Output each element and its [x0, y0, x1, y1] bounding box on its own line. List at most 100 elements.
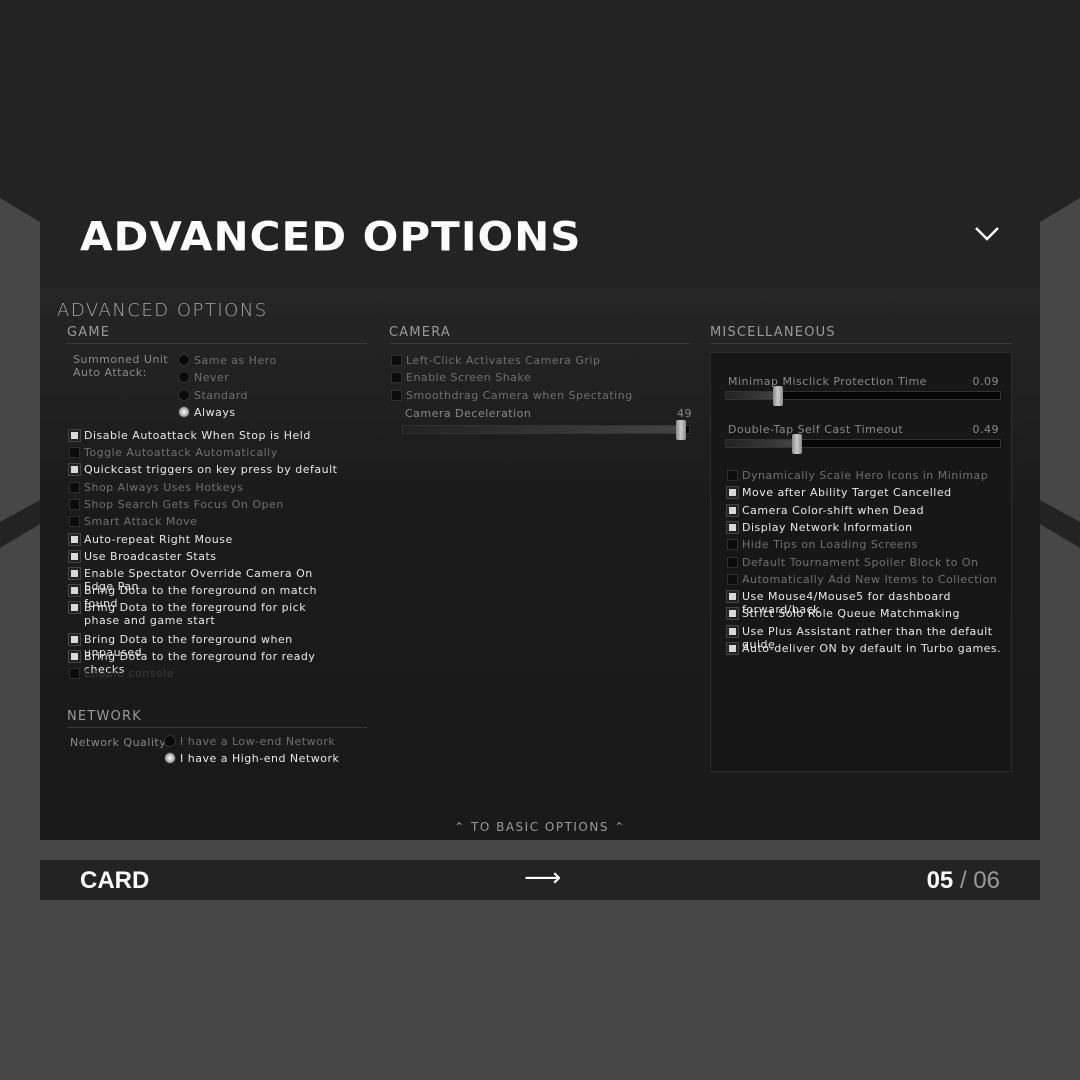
radio-label: Same as Hero: [194, 354, 277, 367]
checkbox[interactable]: [391, 389, 402, 401]
camera-deceleration-label: Camera Deceleration: [405, 407, 532, 420]
checkbox[interactable]: [69, 482, 80, 493]
card-header[interactable]: ADVANCED OPTIONS: [40, 180, 1040, 288]
checkbox-row[interactable]: Strict Solo Role Queue Matchmaking: [727, 607, 1017, 620]
radio-button[interactable]: [178, 388, 190, 401]
network-quality-label: Network Quality:: [70, 736, 170, 749]
radio-button[interactable]: [164, 735, 176, 747]
checkbox-label: Camera Color-shift when Dead: [742, 503, 925, 517]
checkbox-label: Bring Dota to the foreground for pick ph…: [84, 601, 307, 627]
checkbox[interactable]: [727, 608, 738, 620]
checkbox[interactable]: [69, 447, 80, 458]
checkbox-row[interactable]: Smart Attack Move: [69, 515, 339, 528]
radio-label: Never: [194, 371, 230, 385]
slider-thumb[interactable]: [773, 386, 784, 406]
checkbox-label: Dynamically Scale Hero Icons in Minimap: [742, 469, 989, 482]
radio-option[interactable]: Never: [178, 371, 229, 384]
slider-value: 0.49: [972, 423, 999, 436]
checkbox-row[interactable]: Default Tournament Spoiler Block to On: [727, 556, 1017, 569]
checkbox-label: Toggle Autoattack Automatically: [84, 446, 278, 459]
checkbox-label: Hide Tips on Loading Screens: [742, 538, 918, 552]
checkbox-label: Move after Ability Target Cancelled: [742, 486, 952, 500]
checkbox-row[interactable]: Enable Screen Shake: [391, 371, 681, 384]
radio-label: Standard: [194, 388, 249, 402]
camera-deceleration-slider[interactable]: [402, 420, 690, 440]
checkbox[interactable]: [69, 499, 80, 510]
footer-label: CARD: [80, 867, 150, 894]
checkbox[interactable]: [69, 534, 80, 545]
options-panel: ADVANCED OPTIONS GAME CAMERA MISCELLANEO…: [40, 288, 1040, 840]
checkbox[interactable]: [727, 521, 738, 533]
page-total: 06: [973, 867, 1000, 894]
section-game: GAME: [67, 325, 367, 344]
checkbox-row[interactable]: Hide Tips on Loading Screens: [727, 538, 1017, 551]
checkbox[interactable]: [69, 551, 80, 562]
checkbox-row[interactable]: Shop Always Uses Hotkeys: [69, 481, 339, 494]
checkbox[interactable]: [391, 372, 402, 384]
checkbox[interactable]: [69, 568, 80, 579]
slider[interactable]: [725, 434, 1001, 454]
checkbox-row[interactable]: Enable console: [69, 667, 339, 680]
checkbox-row[interactable]: Bring Dota to the foreground for pick ph…: [69, 601, 339, 627]
slider-thumb[interactable]: [676, 420, 687, 440]
radio-button[interactable]: [164, 752, 176, 765]
checkbox[interactable]: [727, 625, 738, 637]
checkbox[interactable]: [727, 643, 738, 654]
checkbox-row[interactable]: Auto-repeat Right Mouse: [69, 533, 339, 546]
radio-option[interactable]: I have a High-end Network: [164, 752, 339, 765]
radio-button[interactable]: [178, 354, 190, 366]
checkbox[interactable]: [69, 668, 80, 679]
checkbox-label: Auto-repeat Right Mouse: [84, 533, 233, 546]
checkbox-row[interactable]: Quickcast triggers on key press by defau…: [69, 463, 339, 476]
checkbox-label: Smart Attack Move: [84, 515, 198, 528]
checkbox[interactable]: [727, 573, 738, 585]
radio-option[interactable]: Same as Hero: [178, 354, 277, 367]
slider-thumb[interactable]: [792, 434, 803, 454]
radio-option[interactable]: I have a Low-end Network: [164, 735, 335, 748]
checkbox-label: Display Network Information: [742, 520, 913, 534]
checkbox[interactable]: [727, 487, 738, 499]
radio-button[interactable]: [178, 371, 190, 384]
radio-option[interactable]: Standard: [178, 388, 249, 402]
checkbox[interactable]: [69, 430, 80, 441]
checkbox-row[interactable]: Auto-deliver ON by default in Turbo game…: [727, 642, 1017, 655]
arrow-right-icon[interactable]: ⟶: [524, 863, 561, 893]
checkbox[interactable]: [69, 651, 80, 662]
slider[interactable]: [725, 386, 1001, 406]
checkbox-row[interactable]: Dynamically Scale Hero Icons in Minimap: [727, 469, 1017, 482]
checkbox[interactable]: [69, 585, 80, 596]
checkbox-row[interactable]: Toggle Autoattack Automatically: [69, 446, 339, 459]
footer-bar: CARD ⟶ 05 / 06: [40, 860, 1040, 900]
page-current: 05: [926, 867, 954, 894]
checkbox-row[interactable]: Move after Ability Target Cancelled: [727, 486, 1017, 499]
checkbox-row[interactable]: Display Network Information: [727, 521, 1017, 534]
checkbox-row[interactable]: Automatically Add New Items to Collectio…: [727, 573, 1017, 586]
checkbox-row[interactable]: Left-Click Activates Camera Grip: [391, 354, 681, 367]
checkbox-row[interactable]: Smoothdrag Camera when Spectating: [391, 389, 681, 402]
slider-fill: [726, 440, 798, 447]
checkbox[interactable]: [69, 464, 80, 475]
radio-button[interactable]: [178, 405, 190, 418]
slider-label: Double-Tap Self Cast Timeout: [728, 423, 904, 436]
card: ADVANCED OPTIONS ADVANCED OPTIONS GAME C…: [40, 180, 1040, 840]
summoned-label-2: Auto Attack:: [73, 366, 147, 379]
checkbox[interactable]: [69, 602, 80, 613]
checkbox[interactable]: [727, 539, 738, 551]
checkbox[interactable]: [727, 591, 738, 603]
checkbox-label: Smoothdrag Camera when Spectating: [406, 388, 633, 402]
checkbox[interactable]: [727, 470, 738, 481]
to-basic-options-button[interactable]: ⌃ TO BASIC OPTIONS ⌃: [40, 820, 1040, 834]
section-network: NETWORK: [67, 709, 367, 728]
checkbox[interactable]: [727, 504, 738, 516]
checkbox-row[interactable]: Use Broadcaster Stats: [69, 550, 339, 563]
page-indicator: 05 / 06: [927, 867, 1000, 895]
checkbox-row[interactable]: Disable Autoattack When Stop is Held: [69, 429, 339, 442]
checkbox[interactable]: [391, 355, 402, 366]
chevron-down-icon[interactable]: [974, 220, 1000, 246]
checkbox-row[interactable]: Shop Search Gets Focus On Open: [69, 498, 339, 511]
checkbox[interactable]: [69, 634, 80, 645]
radio-option[interactable]: Always: [178, 405, 236, 419]
checkbox[interactable]: [69, 516, 80, 527]
checkbox[interactable]: [727, 556, 738, 568]
checkbox-row[interactable]: Camera Color-shift when Dead: [727, 504, 1017, 517]
